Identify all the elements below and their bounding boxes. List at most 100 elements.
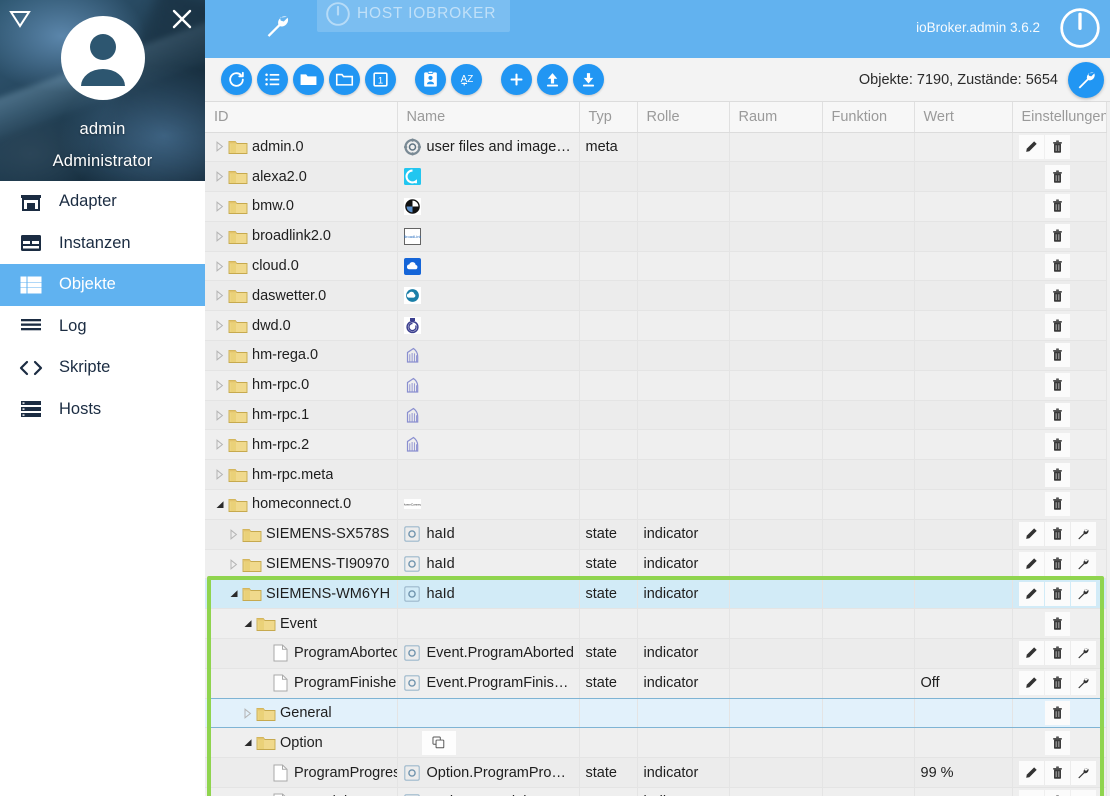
cell-wert[interactable] [914,489,1013,520]
cell-funktion[interactable] [822,549,915,580]
settings-button[interactable] [1070,790,1096,796]
delete-button[interactable] [1044,343,1070,368]
close-icon[interactable] [169,6,195,32]
cell-wert[interactable] [914,698,1013,729]
cell-id[interactable]: ProgramAborted [205,638,398,669]
table-row[interactable]: hm-rpc.1 [205,400,1107,431]
cell-raum[interactable] [729,459,823,491]
settings-button[interactable] [1070,760,1096,785]
sidebar-item-hosts[interactable]: Hosts [0,389,205,431]
delete-button[interactable] [1044,432,1070,457]
cell-name[interactable]: haId [397,519,580,550]
cell-rolle[interactable] [637,400,730,431]
cell-funktion[interactable] [822,340,915,371]
chevron-right-icon[interactable] [211,379,227,391]
cell-funktion[interactable] [822,638,915,669]
cell-id[interactable]: ProgramFinished [205,668,398,699]
cell-rolle[interactable]: indicator [637,578,730,610]
cell-typ[interactable] [579,221,638,252]
cell-name[interactable] [397,370,580,401]
cell-rolle[interactable]: indicator [637,549,730,580]
cell-name[interactable]: HomeConnect [397,489,580,520]
cell-typ[interactable]: state [579,549,638,580]
cell-wert[interactable]: 99 % [914,757,1013,789]
table-row[interactable]: bmw.0 [205,191,1107,222]
delete-button[interactable] [1044,611,1070,636]
cell-name[interactable] [397,340,580,371]
cell-wert[interactable] [914,132,1013,163]
chevron-right-icon[interactable] [211,290,227,302]
cell-rolle[interactable] [637,191,730,222]
column-header-id[interactable]: ID [205,102,398,133]
chevron-down-icon[interactable] [211,499,227,510]
cell-funktion[interactable] [822,608,915,640]
cell-rolle[interactable]: indicator [637,519,730,550]
table-row[interactable]: Option [205,727,1107,759]
chevron-right-icon[interactable] [211,469,227,480]
cell-typ[interactable] [579,251,638,282]
cell-raum[interactable] [729,280,823,312]
cell-funktion[interactable] [822,370,915,401]
cell-name[interactable] [397,310,580,342]
chevron-right-icon[interactable] [211,260,227,272]
chevron-right-icon[interactable] [211,201,227,212]
cell-funktion[interactable] [822,757,915,789]
delete-button[interactable] [1044,164,1070,189]
chevron-right-icon[interactable] [211,409,227,421]
table-row[interactable]: hm-rpc.meta [205,459,1107,491]
cell-funktion[interactable] [822,459,915,491]
cell-typ[interactable] [579,340,638,371]
cell-wert[interactable] [914,519,1013,550]
cell-funktion[interactable] [822,400,915,431]
cell-typ[interactable]: state [579,638,638,669]
cell-raum[interactable] [729,429,823,461]
cell-rolle[interactable] [637,727,730,759]
cell-id[interactable]: hm-rpc.0 [205,370,398,401]
settings-button[interactable] [1070,671,1096,696]
cell-funktion[interactable] [822,578,915,610]
cell-funktion[interactable] [822,310,915,342]
cell-wert[interactable] [914,608,1013,640]
table-row[interactable]: broadlink2.0 BroadLink [205,221,1107,252]
cell-funktion[interactable] [822,221,915,252]
column-header-raum[interactable]: Raum [729,102,823,133]
cell-raum[interactable] [729,608,823,640]
cell-raum[interactable] [729,251,823,282]
settings-button[interactable] [1070,641,1096,666]
cell-id[interactable]: hm-rpc.meta [205,459,398,491]
cell-rolle[interactable] [637,161,730,193]
cell-typ[interactable] [579,608,638,640]
cell-name[interactable]: Option.RemainingPr… [397,787,580,796]
cell-raum[interactable] [729,727,823,759]
cell-id[interactable]: RemainingProgr [205,787,398,796]
cell-name[interactable] [397,608,580,640]
cell-wert[interactable] [914,459,1013,491]
cell-typ[interactable] [579,400,638,431]
depth-level-button[interactable]: 1 [365,64,396,95]
cell-wert[interactable] [914,638,1013,669]
cell-funktion[interactable] [822,132,915,163]
cell-name[interactable]: BroadLink [397,221,580,252]
sidebar-item-instanzen[interactable]: Instanzen [0,223,205,265]
cell-id[interactable]: admin.0 [205,132,398,163]
chevron-right-icon[interactable] [225,558,241,570]
cell-funktion[interactable] [822,727,915,759]
edit-button[interactable] [1018,581,1044,606]
table-row[interactable]: Event [205,608,1107,640]
delete-button[interactable] [1044,730,1070,755]
cell-raum[interactable] [729,489,823,520]
edit-button[interactable] [1018,522,1044,547]
collapse-triangle-icon[interactable] [8,7,32,31]
cell-id[interactable]: ProgramProgress [205,757,398,789]
edit-button[interactable] [1018,790,1044,796]
table-row[interactable]: hm-rpc.0 [205,370,1107,401]
cell-name[interactable] [397,161,580,193]
cell-raum[interactable] [729,668,823,699]
cell-wert[interactable] [914,370,1013,401]
cell-name[interactable] [397,400,580,431]
chevron-down-icon[interactable] [225,588,241,599]
delete-button[interactable] [1044,283,1070,308]
column-header-typ[interactable]: Typ [579,102,638,133]
cell-id[interactable]: SIEMENS-WM6YH [205,578,398,610]
settings-button[interactable] [1070,522,1096,547]
